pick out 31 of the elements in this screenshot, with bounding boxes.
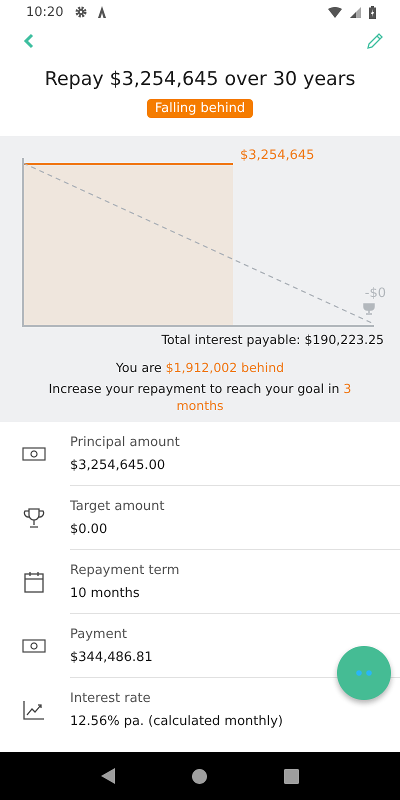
calendar-icon	[24, 571, 44, 593]
gear-icon	[75, 6, 88, 18]
detail-value: $3,254,645.00	[70, 458, 166, 472]
detail-label: Interest rate	[70, 691, 152, 706]
detail-label: Repayment term	[70, 562, 180, 578]
dots-icon	[356, 670, 372, 676]
signal-icon	[350, 6, 361, 18]
behind-message: You are $1,912,002 behind	[114, 359, 286, 376]
status-time: 10:20	[26, 4, 64, 20]
banknote-icon	[22, 447, 46, 461]
detail-label: Payment	[70, 626, 128, 642]
detail-label: Principal amount	[70, 434, 181, 450]
recents-nav-icon[interactable]	[284, 768, 300, 784]
detail-label: Target amount	[70, 498, 166, 514]
trend-chart-icon	[23, 700, 45, 720]
trophy-icon	[23, 507, 45, 529]
detail-value: $0.00	[70, 522, 108, 536]
total-interest: Total interest payable: $190,223.25	[160, 332, 385, 347]
back-nav-icon[interactable]	[100, 768, 115, 784]
battery-icon	[369, 6, 376, 18]
detail-value: 10 months	[70, 586, 141, 600]
detail-value: $344,486.81	[70, 650, 154, 664]
advice-message: Increase your repayment to reach your goal in 3 months	[48, 380, 352, 414]
wifi-icon	[328, 6, 342, 18]
detail-value: 12.56% pa. (calculated monthly)	[70, 714, 284, 729]
chart-value-label: $3,254,645	[240, 148, 314, 163]
page-title: Repay $3,254,645 over 30 years	[44, 68, 356, 90]
status-badge: Falling behind	[146, 99, 254, 118]
home-nav-icon[interactable]	[192, 768, 207, 784]
chart-end-label: -$0	[364, 286, 386, 301]
banknote-icon	[22, 639, 46, 653]
